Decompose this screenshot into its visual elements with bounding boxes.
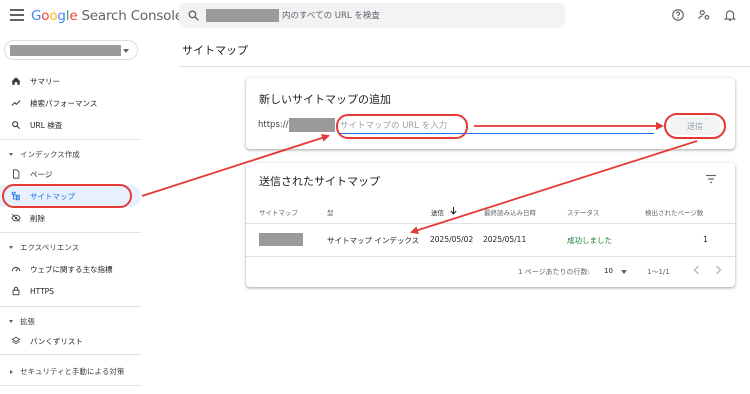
add-sitemap-card: 新しいサイトマップの追加 https:// 送信 — [246, 78, 735, 149]
section-label: エクスペリエンス — [20, 243, 80, 252]
trending-up-icon — [10, 97, 22, 109]
filter-icon[interactable] — [705, 174, 717, 184]
annotation-highlight-submit — [664, 113, 726, 139]
section-label: セキュリティと手動による対策 — [20, 367, 125, 376]
sidebar-item-performance[interactable]: 検索パフォーマンス — [0, 92, 141, 114]
sidebar-item-label: ウェブに関する主な指標 — [30, 264, 113, 274]
logo-letter: e — [69, 8, 78, 24]
chevron-right-icon — [10, 369, 13, 374]
column-header-sitemap[interactable]: サイトマップ — [259, 207, 298, 217]
redacted-sitemap-url — [259, 233, 303, 246]
home-icon — [10, 75, 22, 87]
annotation-highlight-sitemaps — [2, 184, 132, 208]
logo-letter: G — [31, 8, 42, 24]
chevron-left-icon[interactable] — [691, 264, 703, 276]
divider — [0, 306, 141, 307]
card-title: 新しいサイトマップの追加 — [259, 93, 391, 106]
search-icon — [188, 10, 199, 21]
chevron-down-icon — [123, 49, 129, 53]
layers-icon — [10, 335, 22, 347]
sidebar-item-label: 検索パフォーマンス — [30, 98, 98, 108]
divider — [0, 139, 141, 140]
annotation-highlight-input — [336, 114, 468, 139]
column-header-type[interactable]: 型 — [327, 207, 334, 217]
redacted-property-name — [10, 45, 121, 56]
cell-submitted: 2025/05/02 — [430, 235, 474, 244]
notifications-icon[interactable] — [723, 8, 737, 22]
cell-discovered-pages: 1 — [703, 235, 708, 244]
chevron-down-icon — [9, 153, 13, 156]
submitted-sitemaps-card: 送信されたサイトマップ サイトマップ 型 送信 最終読み込み日時 ステータス 検… — [246, 163, 735, 287]
page-title: サイトマップ — [182, 44, 248, 57]
sidebar-item-label: ページ — [30, 169, 53, 179]
column-header-status[interactable]: ステータス — [567, 207, 600, 217]
url-prefix: https:// — [258, 120, 289, 130]
menu-icon[interactable] — [10, 9, 24, 21]
sidebar-item-label: サマリー — [30, 76, 60, 86]
sidebar-item-breadcrumbs[interactable]: パンくずリスト — [0, 330, 141, 352]
sidebar-item-label: パンくずリスト — [30, 336, 83, 346]
sidebar-item-url-inspection[interactable]: URL 検査 — [0, 114, 141, 136]
sidebar-item-pages[interactable]: ページ — [0, 163, 141, 185]
chevron-right-icon[interactable] — [712, 264, 724, 276]
search-placeholder: 内のすべての URL を検査 — [282, 11, 380, 21]
sidebar-item-core-web-vitals[interactable]: ウェブに関する主な指標 — [0, 258, 141, 280]
redacted-property — [206, 9, 279, 22]
redacted-domain — [289, 118, 335, 132]
app-logo[interactable]: Google Search Console — [31, 8, 183, 24]
cell-status: 成功しました — [567, 236, 612, 245]
section-index[interactable]: インデックス作成 — [0, 149, 141, 160]
help-icon[interactable] — [671, 8, 685, 22]
speed-icon — [10, 263, 22, 275]
divider — [246, 256, 735, 257]
section-label: 拡張 — [20, 317, 35, 326]
rows-per-page-label: 1 ページあたりの行数: — [518, 268, 590, 276]
chevron-down-icon — [9, 246, 13, 249]
chevron-down-icon — [9, 320, 13, 323]
url-inspection-search[interactable]: 内のすべての URL を検査 — [179, 3, 565, 28]
arrow-down-icon — [450, 207, 457, 215]
file-icon — [10, 168, 22, 180]
divider — [0, 354, 141, 355]
column-header-last-read[interactable]: 最終読み込み日時 — [484, 207, 536, 217]
card-title: 送信されたサイトマップ — [259, 175, 380, 188]
sidebar-item-removals[interactable]: 削除 — [0, 207, 141, 229]
section-enhancements[interactable]: 拡張 — [0, 316, 141, 327]
pagination-range: 1〜1/1 — [647, 268, 670, 276]
sidebar-item-label: HTTPS — [30, 286, 54, 296]
divider — [179, 66, 750, 67]
section-security[interactable]: セキュリティと手動による対策 — [0, 366, 141, 377]
property-selector[interactable] — [4, 40, 138, 60]
manage-users-icon[interactable] — [697, 8, 711, 22]
sidebar: サマリー 検索パフォーマンス URL 検査 インデックス作成 ページ サイトマッ… — [0, 34, 145, 394]
section-label: インデックス作成 — [20, 150, 80, 159]
cell-last-read: 2025/05/11 — [483, 235, 527, 244]
column-header-discovered-pages[interactable]: 検出されたページ数 — [645, 207, 703, 217]
cell-type: サイトマップ インデックス — [327, 236, 420, 245]
rows-per-page-select[interactable]: 10 — [604, 267, 613, 275]
eye-off-icon — [10, 212, 22, 224]
divider — [246, 223, 735, 224]
top-app-bar: Google Search Console 内のすべての URL を検査 — [0, 0, 750, 34]
search-icon — [10, 119, 22, 131]
divider — [0, 385, 141, 386]
section-experience[interactable]: エクスペリエンス — [0, 242, 141, 253]
logo-letter: g — [57, 8, 66, 24]
product-name: Search Console — [81, 8, 183, 24]
column-header-submitted[interactable]: 送信 — [431, 207, 444, 217]
lock-icon — [10, 285, 22, 297]
sidebar-item-label: 削除 — [30, 213, 45, 223]
sidebar-item-summary[interactable]: サマリー — [0, 70, 141, 92]
sidebar-item-label: URL 検査 — [30, 120, 63, 130]
sidebar-item-https[interactable]: HTTPS — [0, 280, 141, 302]
chevron-down-icon — [621, 270, 627, 274]
divider — [0, 232, 141, 233]
